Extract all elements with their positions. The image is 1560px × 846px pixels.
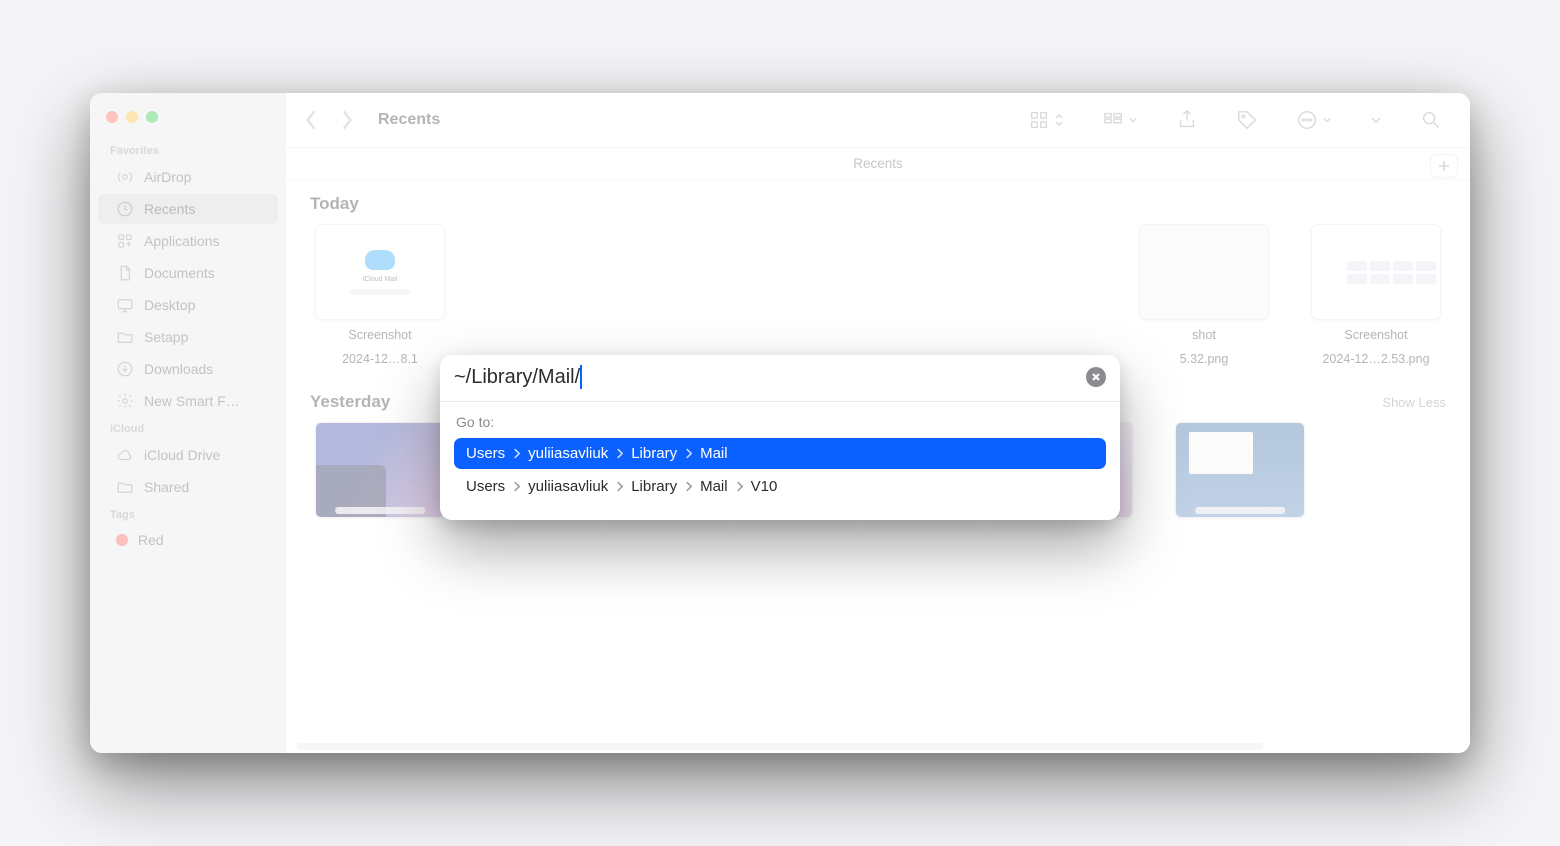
goto-folder-dialog: ~/Library/Mail/ Go to: Users yuliiasavliu… xyxy=(440,355,1120,520)
goto-input-row: ~/Library/Mail/ xyxy=(440,355,1120,402)
chevron-right-icon xyxy=(616,481,623,492)
goto-input-text: ~/Library/Mail/ xyxy=(454,366,580,389)
goto-section-label: Go to: xyxy=(440,402,1120,436)
path-segment: yuliiasavliuk xyxy=(528,445,608,462)
finder-window: Favorites AirDrop Recents Applications D… xyxy=(90,93,1470,753)
path-segment: Mail xyxy=(700,445,728,462)
clear-input-button[interactable] xyxy=(1086,367,1106,387)
text-caret xyxy=(580,365,582,389)
path-segment: Library xyxy=(631,445,677,462)
chevron-right-icon xyxy=(736,481,743,492)
chevron-right-icon xyxy=(685,448,692,459)
close-icon xyxy=(1091,372,1101,382)
chevron-right-icon xyxy=(513,448,520,459)
goto-result[interactable]: Users yuliiasavliuk Library Mail xyxy=(454,438,1106,469)
path-segment: Users xyxy=(466,445,505,462)
chevron-right-icon xyxy=(685,481,692,492)
path-segment: Users xyxy=(466,478,505,495)
chevron-right-icon xyxy=(616,448,623,459)
chevron-right-icon xyxy=(513,481,520,492)
goto-result[interactable]: Users yuliiasavliuk Library Mail V10 xyxy=(454,471,1106,502)
path-segment: yuliiasavliuk xyxy=(528,478,608,495)
path-segment: V10 xyxy=(751,478,778,495)
goto-input[interactable]: ~/Library/Mail/ xyxy=(454,365,1076,389)
path-segment: Mail xyxy=(700,478,728,495)
path-segment: Library xyxy=(631,478,677,495)
